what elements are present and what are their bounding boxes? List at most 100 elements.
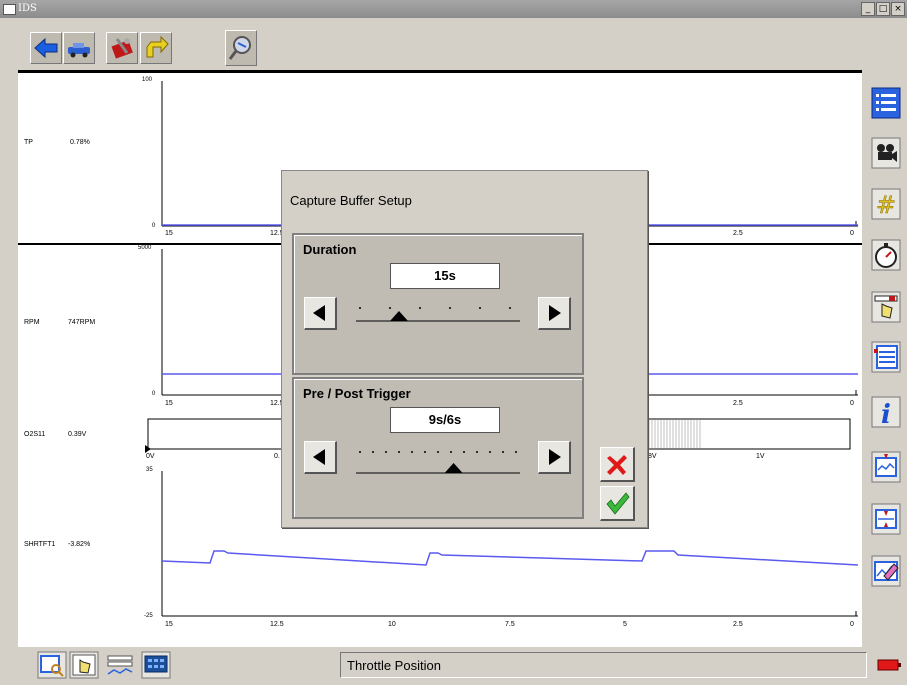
stopwatch-icon: [871, 239, 901, 271]
tp-ymax: 100: [142, 77, 153, 83]
magnify-graph-icon: [37, 651, 67, 679]
layout-button[interactable]: [870, 340, 902, 374]
eraser-icon: [871, 555, 901, 587]
channel-name-tp: TP: [24, 139, 33, 146]
forward-arrow-icon: [146, 35, 169, 58]
tp-ymin: 0: [152, 223, 156, 229]
battery-indicator: [874, 650, 906, 680]
trigger-slider[interactable]: [356, 449, 520, 485]
back-button[interactable]: [30, 32, 62, 64]
panels-icon: [871, 341, 901, 373]
module-icon: [141, 651, 171, 679]
channel-value-o2s11: 0.39V: [68, 431, 87, 438]
ok-button[interactable]: [600, 486, 635, 521]
right-arrow-icon: [549, 305, 561, 321]
datalogger-icon: [228, 36, 251, 60]
minimize-button[interactable]: _: [861, 2, 875, 16]
shrtft1-tick: 2.5: [733, 621, 743, 628]
trigger-hand-icon: [871, 291, 901, 323]
trigger-value: 9s/6s: [390, 407, 500, 433]
close-button[interactable]: ×: [891, 2, 905, 16]
channel-name-o2s11: O2S11: [24, 431, 46, 438]
window-title: IDS: [18, 3, 37, 14]
o2-tick: 0.: [274, 453, 280, 460]
dialog-title: Capture Buffer Setup: [290, 193, 412, 208]
cancel-button[interactable]: [600, 447, 635, 482]
info-icon: i: [871, 396, 901, 430]
trigger-decrease-button[interactable]: [304, 441, 337, 474]
hash-grid-icon: #: [871, 188, 901, 220]
duration-slider[interactable]: [356, 305, 520, 341]
vehicle-icon: [68, 43, 90, 58]
list-icon: [871, 87, 901, 119]
duration-value: 15s: [390, 263, 500, 289]
back-arrow-icon: [34, 37, 58, 59]
duration-decrease-button[interactable]: [304, 297, 337, 330]
zoom-out-button[interactable]: [870, 502, 902, 536]
trigger-increase-button[interactable]: [538, 441, 571, 474]
record-button[interactable]: [870, 136, 902, 170]
channel-value-tp: 0.78%: [70, 139, 90, 146]
shrtft1-tick: 5: [623, 621, 627, 628]
svg-text:#: #: [876, 191, 896, 219]
movie-camera-icon: [871, 137, 901, 169]
zoom-in-button[interactable]: [870, 450, 902, 484]
left-arrow-icon: [313, 449, 325, 465]
info-button[interactable]: i: [870, 395, 902, 430]
rpm-ymax: 5000: [138, 245, 152, 251]
shrtft1-tick: 10: [388, 621, 396, 628]
right-arrow-icon: [549, 449, 561, 465]
rpm-tick: 0: [850, 400, 854, 407]
cancel-x-icon: [607, 455, 627, 475]
trigger-slider-thumb[interactable]: [444, 463, 463, 473]
hand-pointer-icon: [69, 651, 99, 679]
toolbox-icon: [111, 38, 133, 59]
trigger-button[interactable]: [870, 290, 902, 324]
pid-list-button[interactable]: [104, 650, 136, 680]
toolbar: [0, 18, 907, 70]
tp-tick: 2.5: [733, 230, 743, 237]
rpm-ymin: 0: [152, 391, 156, 397]
maximize-button[interactable]: □: [876, 2, 890, 16]
shrtft1-tick: 15: [165, 621, 173, 628]
shrtft1-tick: 7.5: [505, 621, 515, 628]
title-bar: IDS _ □ ×: [0, 0, 907, 18]
channel-name-rpm: RPM: [24, 319, 40, 326]
expand-graph-icon: [871, 451, 901, 483]
view-selector-button[interactable]: [36, 650, 68, 680]
trigger-group: Pre / Post Trigger 9s/6s: [292, 377, 584, 519]
duration-label: Duration: [303, 242, 357, 257]
list-button[interactable]: [870, 86, 902, 120]
shrtft1-ymax: 35: [146, 467, 153, 473]
capture-buffer-dialog: Capture Buffer Setup Duration 15s Pre / …: [281, 170, 648, 528]
window-controls: _ □ ×: [861, 2, 905, 16]
pid-grid-icon: [107, 655, 133, 675]
shrtft1-tick: 12.5: [270, 621, 284, 628]
clear-button[interactable]: [870, 554, 902, 588]
duration-increase-button[interactable]: [538, 297, 571, 330]
tp-tick: 15: [165, 230, 173, 237]
status-bar: Throttle Position: [340, 652, 867, 678]
channel-name-shrtft1: SHRTFT1: [24, 541, 56, 548]
checkmark-icon: [606, 492, 630, 515]
duration-group: Duration 15s: [292, 233, 584, 375]
rpm-tick: 2.5: [733, 400, 743, 407]
vehicle-button[interactable]: [63, 32, 95, 64]
touch-mode-button[interactable]: [68, 650, 100, 680]
module-button[interactable]: [140, 650, 172, 680]
right-toolbar: # i: [865, 70, 907, 644]
timer-button[interactable]: [870, 238, 902, 272]
o2-tick: 1V: [756, 453, 765, 460]
left-arrow-icon: [313, 305, 325, 321]
duration-slider-thumb[interactable]: [390, 311, 408, 321]
forward-button[interactable]: [140, 32, 172, 64]
o2-tick: 0V: [146, 453, 155, 460]
battery-icon: [877, 659, 901, 671]
datalogger-button[interactable]: [225, 30, 257, 66]
svg-text:i: i: [881, 400, 891, 429]
app-icon: [3, 4, 16, 15]
toolbox-button[interactable]: [106, 32, 138, 64]
channel-value-rpm: 747RPM: [68, 319, 96, 326]
collapse-graph-icon: [871, 503, 901, 535]
digital-display-button[interactable]: #: [870, 187, 902, 221]
